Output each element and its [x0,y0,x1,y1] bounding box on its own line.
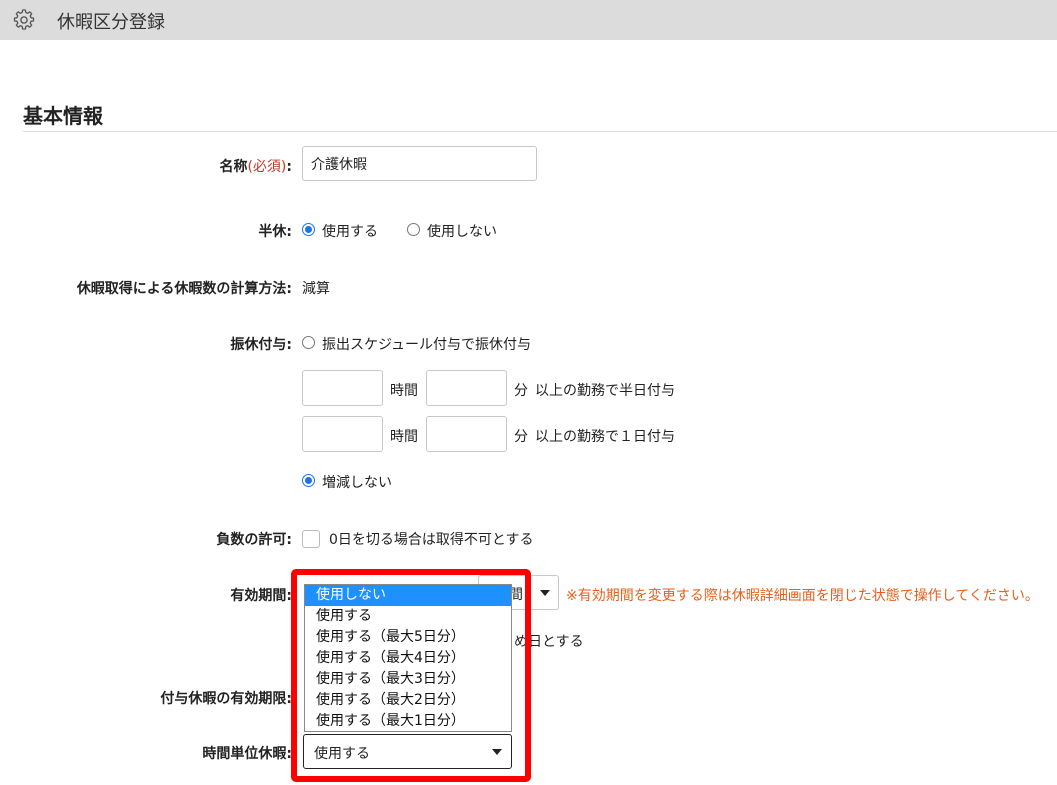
negative-label: 負数の許可: [216,532,292,548]
gear-icon[interactable] [12,8,36,32]
half-grant-suffix: 以上の勤務で半日付与 [535,383,675,399]
dropdown-option[interactable]: 使用する（最大1日分） [305,711,511,732]
calc-method-value: 減算 [302,281,330,297]
grant-expiry-label: 付与休暇の有効期限: [160,691,292,707]
substitute-none-radio[interactable] [302,474,315,487]
name-label: 名称(必須): [219,156,292,176]
half-grant-minutes-input[interactable] [426,370,507,406]
dropdown-option[interactable]: 使用する [305,606,511,627]
dropdown-option[interactable]: 使用しない [305,585,511,606]
hourly-leave-select[interactable]: 使用する [303,734,512,769]
hourly-leave-dropdown-list: 使用しない 使用する 使用する（最大5日分） 使用する（最大4日分） 使用する（… [304,584,512,732]
substitute-schedule-radio[interactable] [302,336,315,349]
dropdown-option[interactable]: 使用する（最大2日分） [305,690,511,711]
dropdown-option[interactable]: 使用する（最大5日分） [305,627,511,648]
half-day-label: 半休: [258,224,292,240]
chevron-down-icon [540,590,550,596]
full-grant-minutes-unit: 分 [514,429,528,445]
validity-partial-text: め日とする [514,634,584,650]
full-grant-hours-unit: 時間 [390,429,418,445]
required-marker: (必須) [247,159,287,175]
full-grant-suffix: 以上の勤務で１日付与 [535,429,675,445]
half-day-use-label: 使用する [322,224,378,240]
hourly-leave-value: 使用する [314,746,370,762]
hourly-leave-label: 時間単位休暇: [202,746,292,762]
negative-checkbox[interactable] [302,530,320,548]
validity-label: 有効期間: [230,588,292,604]
substitute-none-label: 増減しない [322,475,392,491]
substitute-schedule-label: 振出スケジュール付与で振休付与 [322,337,532,353]
half-grant-minutes-unit: 分 [514,383,528,399]
name-input[interactable] [302,146,537,181]
negative-checkbox-label: 0日を切る場合は取得不可とする [329,532,534,548]
name-label-colon: : [286,159,292,175]
full-grant-hours-input[interactable] [302,416,383,452]
chevron-down-icon [492,749,502,755]
section-title: 基本情報 [23,104,103,128]
half-day-not-use-radio[interactable] [407,223,420,236]
calc-method-label: 休暇取得による休暇数の計算方法: [76,281,292,297]
name-label-text: 名称 [219,159,248,175]
half-grant-hours-unit: 時間 [390,383,418,399]
dropdown-option[interactable]: 使用する（最大4日分） [305,648,511,669]
substitute-label: 振休付与: [230,337,292,353]
half-day-use-radio[interactable] [302,223,315,236]
half-grant-hours-input[interactable] [302,370,383,406]
section-divider [23,131,1057,132]
page-header: 休暇区分登録 [0,0,1057,40]
half-day-not-use-label: 使用しない [427,224,497,240]
page-title: 休暇区分登録 [57,12,165,33]
validity-note: ※有効期間を変更する際は休暇詳細画面を閉じた状態で操作してください。 [566,588,1039,604]
dropdown-option[interactable]: 使用する（最大3日分） [305,669,511,690]
full-grant-minutes-input[interactable] [426,416,507,452]
